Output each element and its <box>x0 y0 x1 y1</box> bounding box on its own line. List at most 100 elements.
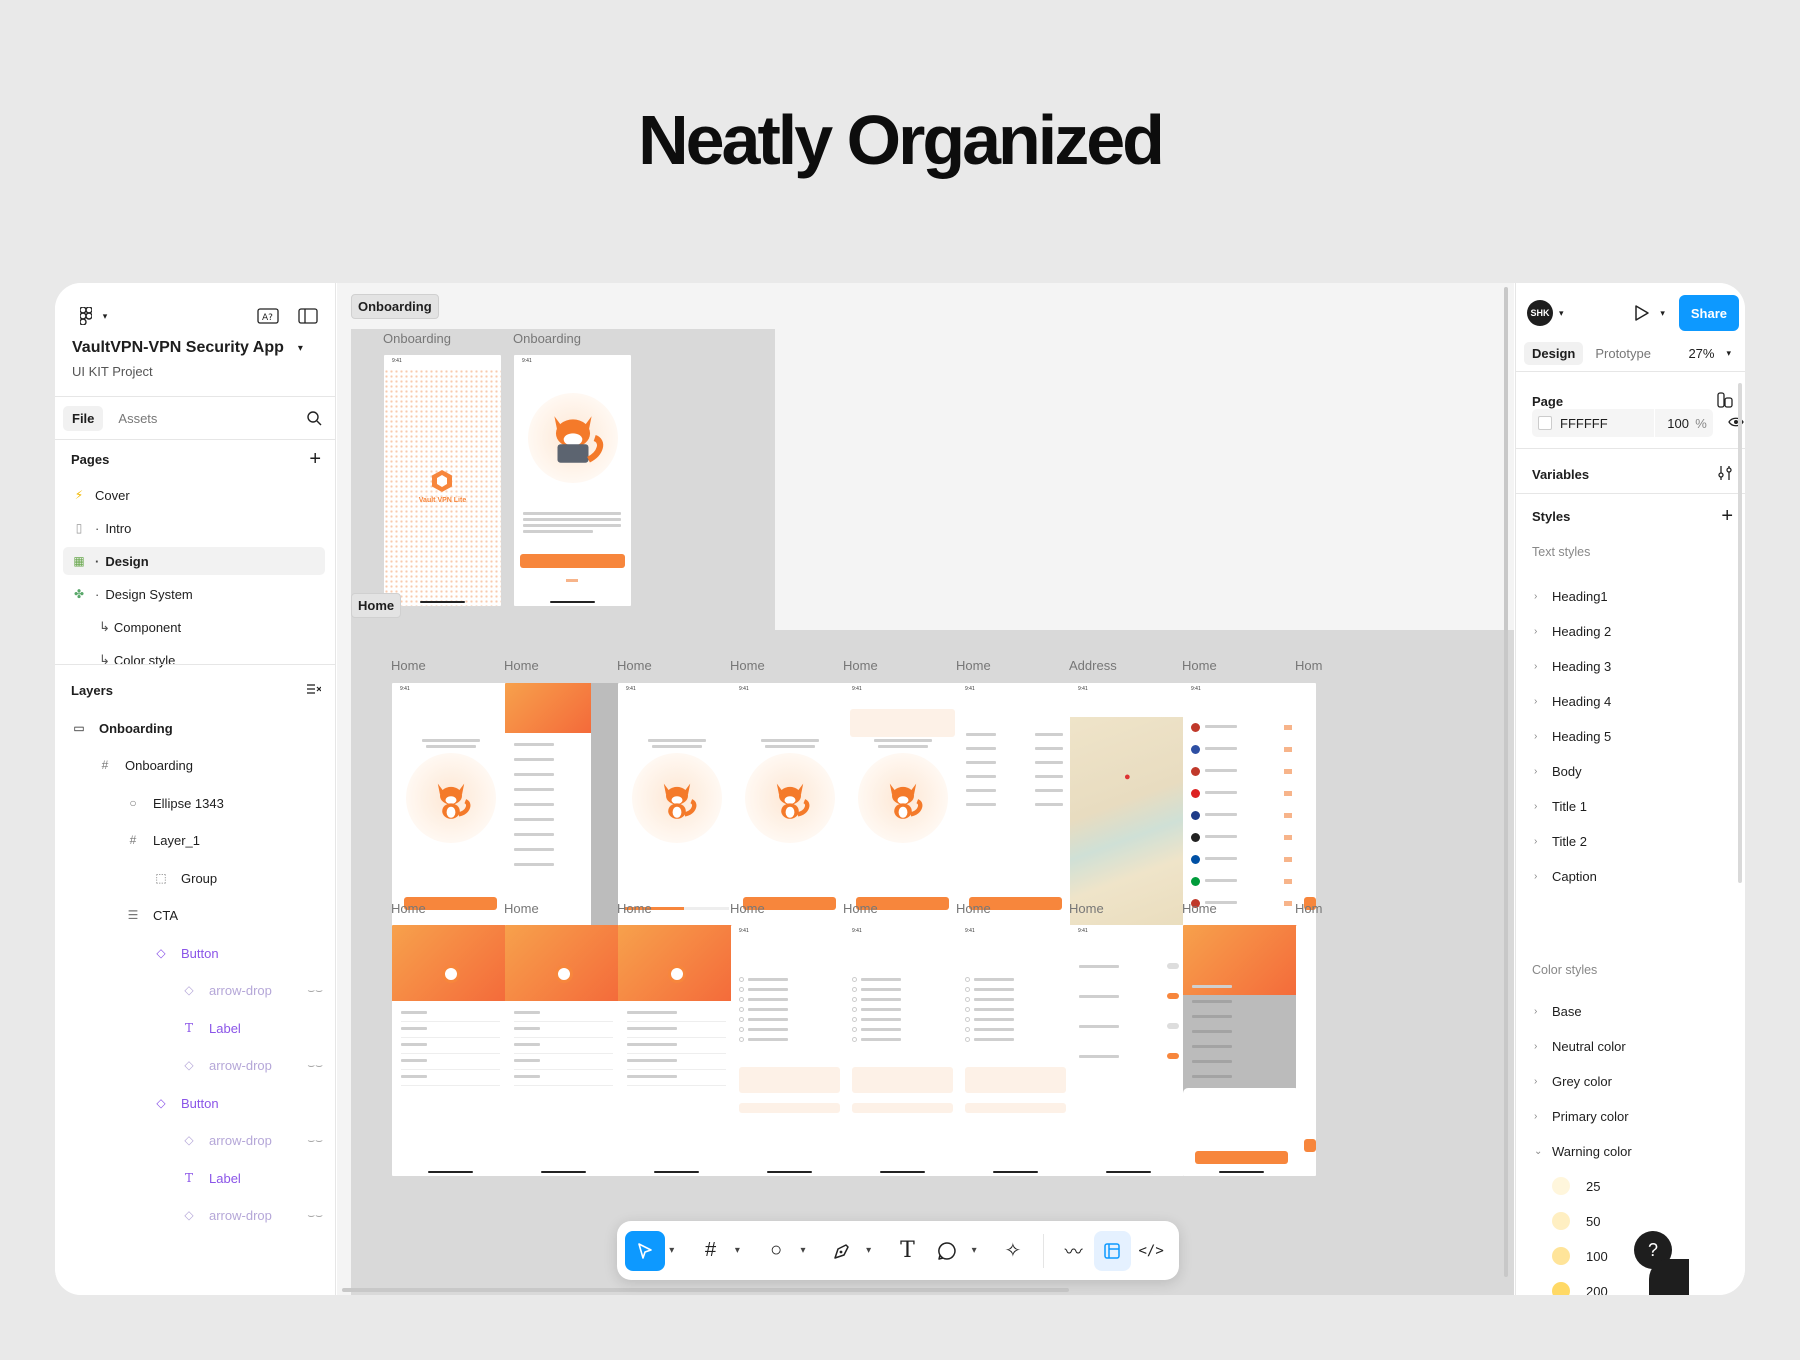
eye-closed-icon[interactable]: ⌣⌣ <box>307 1058 323 1073</box>
chevron-down-icon[interactable]: ▾ <box>862 1231 876 1271</box>
toggle-switch[interactable] <box>1167 963 1179 969</box>
page-color-field[interactable]: FFFFFF 100 % <box>1532 409 1713 437</box>
screen-feedback[interactable]: 9:41 <box>957 925 1074 1176</box>
eye-closed-icon[interactable]: ⌣⌣ <box>307 983 323 998</box>
chevron-right-icon[interactable]: › <box>1534 1076 1552 1087</box>
section-tag-home[interactable]: Home <box>351 593 402 618</box>
ai-actions-icon[interactable]: ✧ <box>993 1231 1033 1271</box>
screen-share[interactable] <box>1183 925 1300 1176</box>
chevron-right-icon[interactable]: › <box>1534 766 1552 777</box>
chevron-right-icon[interactable]: › <box>1534 871 1552 882</box>
accept-button[interactable] <box>520 554 625 568</box>
screen-connected[interactable]: 9:41 <box>844 683 961 934</box>
chevron-down-icon[interactable]: ⌄ <box>1534 1146 1552 1157</box>
collapse-layers-icon[interactable] <box>307 683 322 698</box>
color-swatch[interactable] <box>1538 416 1552 430</box>
color-style-item[interactable]: › Grey color <box>1534 1070 1737 1092</box>
chevron-right-icon[interactable]: › <box>1534 661 1552 672</box>
screen-partial[interactable] <box>1296 683 1316 934</box>
chevron-right-icon[interactable]: › <box>1534 591 1552 602</box>
figma-menu-icon[interactable] <box>73 303 99 329</box>
screen-onboarding-privacy[interactable]: 9:41 <box>514 355 631 606</box>
chevron-right-icon[interactable]: › <box>1534 1041 1552 1052</box>
library-icon[interactable] <box>1717 391 1733 411</box>
frame-tool-icon[interactable]: # <box>691 1231 731 1271</box>
layer-arrow-drop[interactable]: ◇ arrow-drop ⌣⌣ <box>181 1052 323 1078</box>
page-opacity-value[interactable]: 100 <box>1655 416 1689 431</box>
share-button[interactable]: Share <box>1678 295 1739 331</box>
toggle-switch[interactable] <box>1167 1053 1179 1059</box>
toggle-switch[interactable] <box>1167 1023 1179 1029</box>
present-play-icon[interactable] <box>1634 304 1650 322</box>
chevron-right-icon[interactable]: › <box>1534 801 1552 812</box>
screen-drawer[interactable] <box>505 683 622 934</box>
draw-mode-icon[interactable]: 〰 <box>1054 1231 1094 1271</box>
chevron-down-icon[interactable]: ▾ <box>298 343 303 354</box>
layer-layer1[interactable]: # Layer_1 <box>125 827 323 853</box>
layer-button[interactable]: ◇ Button <box>153 1090 323 1116</box>
layer-group[interactable]: ⬚ Group <box>153 865 323 891</box>
screen-tap[interactable]: 9:41 <box>392 683 509 934</box>
text-style-item[interactable]: › Caption <box>1534 865 1737 887</box>
screen-servers[interactable]: 9:41 <box>1183 683 1300 934</box>
page-item-intro[interactable]: ▯ · Intro <box>63 514 325 542</box>
chevron-right-icon[interactable]: › <box>1534 626 1552 637</box>
pen-tool-icon[interactable] <box>822 1231 862 1271</box>
skip-link[interactable] <box>566 579 578 582</box>
screen-onboarding-splash[interactable]: 9:41 Vault VPN Lite <box>384 355 501 606</box>
screen-settings[interactable]: 9:41 <box>1070 925 1187 1176</box>
page-item-color-style[interactable]: ↳ Color style <box>63 646 325 674</box>
section-tag-onboarding[interactable]: Onboarding <box>351 294 439 319</box>
layer-arrow-drop[interactable]: ◇ arrow-drop ⌣⌣ <box>181 1202 323 1228</box>
share-button[interactable] <box>1195 1151 1288 1164</box>
tab-assets[interactable]: Assets <box>109 406 166 431</box>
variables-settings-icon[interactable] <box>1717 465 1733 484</box>
color-swatch-item[interactable]: 25 <box>1552 1175 1600 1197</box>
move-tool-icon[interactable] <box>625 1230 665 1271</box>
color-swatch-item[interactable]: 50 <box>1552 1210 1600 1232</box>
layer-arrow-drop[interactable]: ◇ arrow-drop ⌣⌣ <box>181 977 323 1003</box>
text-style-item[interactable]: › Title 2 <box>1534 830 1737 852</box>
text-style-item[interactable]: › Body <box>1534 760 1737 782</box>
add-style-icon[interactable]: + <box>1721 505 1733 528</box>
chevron-down-icon[interactable]: ▾ <box>967 1231 981 1271</box>
text-style-item[interactable]: › Heading 5 <box>1534 725 1737 747</box>
canvas[interactable]: Onboarding Onboarding Onboarding 9:41 Va… <box>337 283 1514 1295</box>
comment-tool-icon[interactable] <box>927 1231 967 1271</box>
tab-file[interactable]: File <box>63 405 104 431</box>
screen-location[interactable]: 9:41 <box>957 683 1074 934</box>
color-swatch-item[interactable]: 200 <box>1552 1280 1608 1295</box>
layer-onboarding-section[interactable]: ▭ Onboarding <box>71 715 323 741</box>
screen-map[interactable]: 9:41 ● <box>1070 683 1187 934</box>
zoom-level[interactable]: 27% <box>1688 346 1714 361</box>
chevron-down-icon[interactable]: ▾ <box>730 1231 744 1271</box>
color-style-item[interactable]: ⌄ Warning color <box>1534 1140 1737 1162</box>
add-page-icon[interactable]: + <box>309 448 321 471</box>
canvas-horizontal-scrollbar[interactable] <box>342 1288 1069 1292</box>
email-field[interactable] <box>739 1103 840 1113</box>
layer-ellipse[interactable]: ○ Ellipse 1343 <box>125 790 323 816</box>
page-item-design-system[interactable]: ✤ · Design System <box>63 580 325 608</box>
screen-account[interactable] <box>392 925 509 1176</box>
chevron-down-icon[interactable]: ▾ <box>1660 308 1665 319</box>
email-field[interactable] <box>852 1103 953 1113</box>
chevron-right-icon[interactable]: › <box>1534 836 1552 847</box>
layer-button[interactable]: ◇ Button <box>153 940 323 966</box>
page-item-cover[interactable]: ⚡ Cover <box>63 481 325 509</box>
screen-feedback[interactable]: 9:41 <box>731 925 848 1176</box>
page-item-component[interactable]: ↳ Component <box>63 613 325 641</box>
tab-prototype[interactable]: Prototype <box>1587 342 1659 365</box>
screen-account[interactable] <box>505 925 622 1176</box>
tab-design[interactable]: Design <box>1524 342 1584 365</box>
avatar[interactable]: SHK <box>1527 300 1553 326</box>
layer-label-text[interactable]: T Label <box>181 1015 323 1041</box>
text-size-icon[interactable]: A? <box>255 303 281 329</box>
text-style-item[interactable]: › Title 1 <box>1534 795 1737 817</box>
chevron-right-icon[interactable]: › <box>1534 1006 1552 1017</box>
page-item-design[interactable]: ▦ · Design <box>63 547 325 575</box>
screen-feedback[interactable]: 9:41 <box>844 925 961 1176</box>
layer-onboarding-frame[interactable]: # Onboarding <box>97 752 323 778</box>
ellipse-tool-icon[interactable]: ○ <box>756 1231 796 1271</box>
email-field[interactable] <box>965 1103 1066 1113</box>
canvas-vertical-scrollbar[interactable] <box>1504 287 1508 1277</box>
